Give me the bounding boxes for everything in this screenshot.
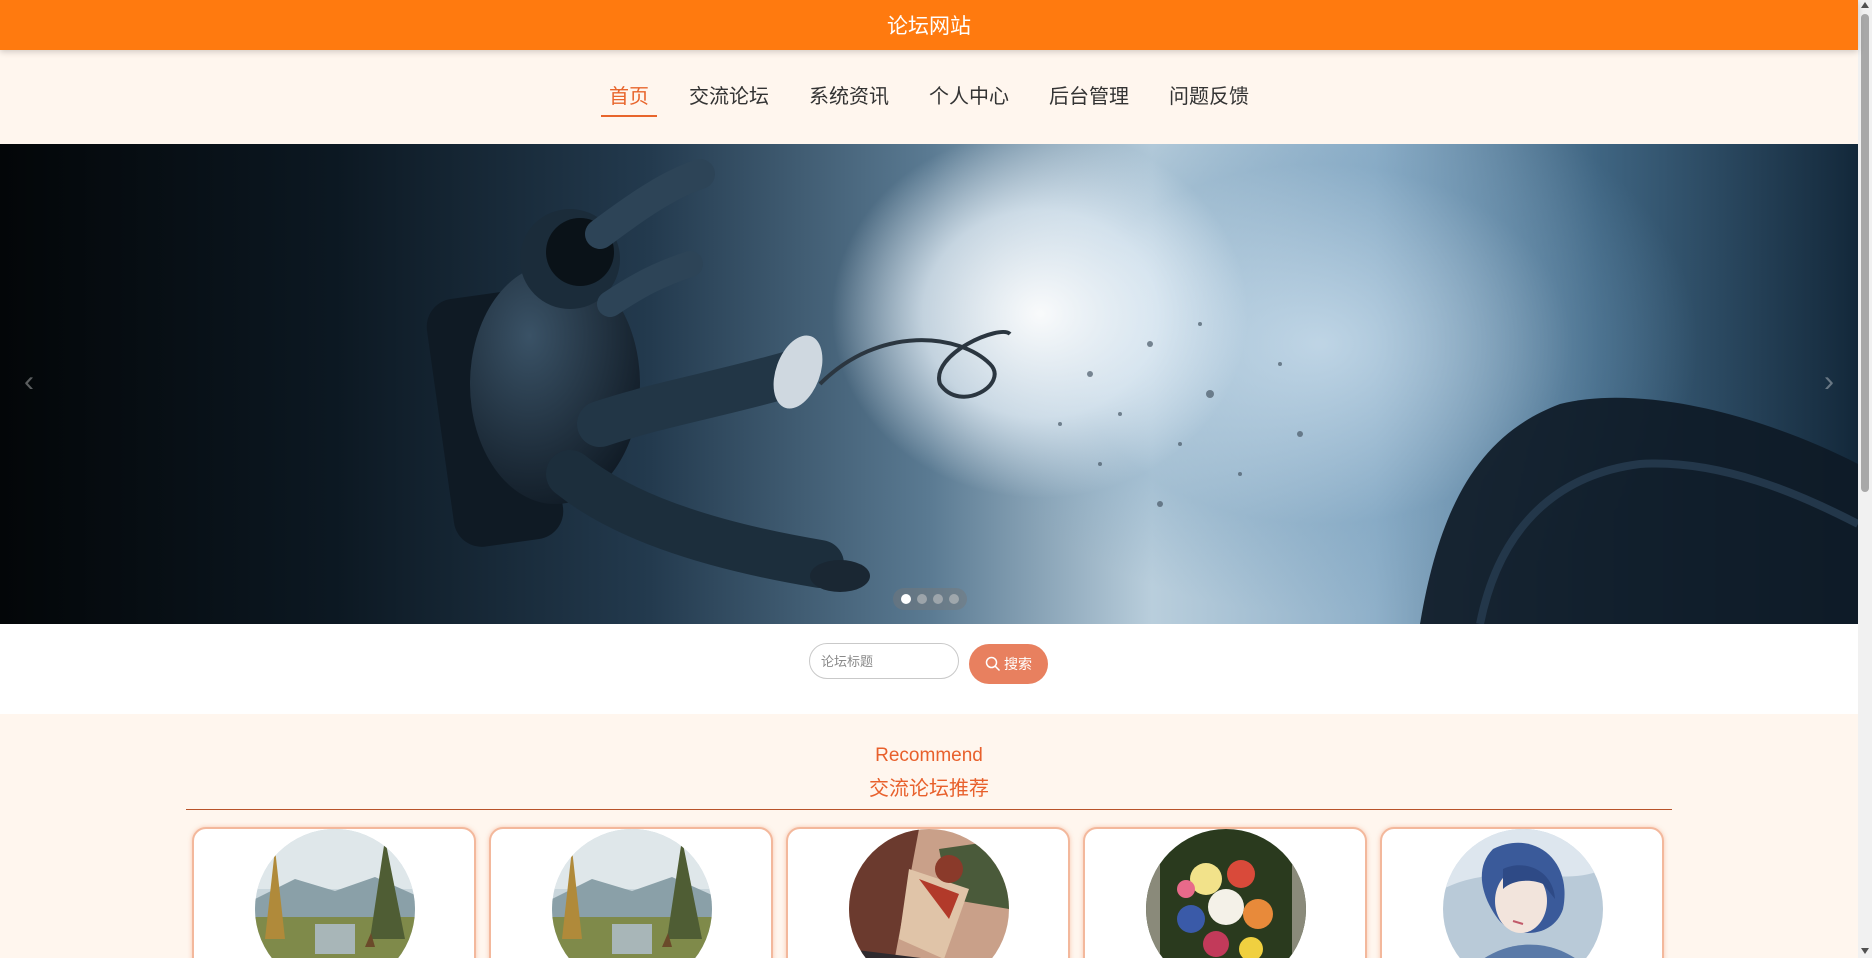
- carousel-dot-3[interactable]: [933, 594, 943, 604]
- card-image-anime-portrait[interactable]: [1443, 829, 1603, 958]
- carousel-dot-4[interactable]: [949, 594, 959, 604]
- forum-title-search-input[interactable]: [809, 643, 959, 679]
- scroll-down-arrow-icon[interactable]: [1861, 948, 1869, 954]
- nav-item-feedback[interactable]: 问题反馈: [1159, 80, 1259, 116]
- recommend-card[interactable]: [786, 827, 1070, 958]
- carousel-dot-2[interactable]: [917, 594, 927, 604]
- search-section: 搜索: [0, 624, 1858, 714]
- recommend-title-en: Recommend: [875, 745, 983, 766]
- scrollbar-thumb[interactable]: [1861, 14, 1869, 492]
- recommend-card[interactable]: [192, 827, 476, 958]
- nav-menu: 首页 交流论坛 系统资讯 个人中心 后台管理 问题反馈: [0, 80, 1858, 117]
- carousel-dot-1[interactable]: [901, 594, 911, 604]
- recommend-card[interactable]: [1380, 827, 1664, 958]
- recommend-card-list: [192, 827, 1664, 958]
- site-title: 论坛网站: [887, 15, 971, 38]
- card-image-flower-bouquet[interactable]: [1146, 829, 1306, 958]
- carousel-prev-icon[interactable]: ‹: [14, 362, 44, 402]
- recommend-card[interactable]: [489, 827, 773, 958]
- nav-item-forum[interactable]: 交流论坛: [679, 80, 779, 116]
- recommend-card[interactable]: [1083, 827, 1367, 958]
- section-divider: [186, 809, 1672, 810]
- card-image-landscape-deer[interactable]: [255, 829, 415, 958]
- main-navigation: 首页 交流论坛 系统资讯 个人中心 后台管理 问题反馈: [0, 50, 1858, 144]
- search-button-label: 搜索: [1004, 656, 1032, 672]
- page-scrollbar[interactable]: [1858, 0, 1872, 958]
- scroll-up-arrow-icon[interactable]: [1861, 2, 1869, 8]
- card-image-landscape-deer[interactable]: [552, 829, 712, 958]
- carousel-indicators: [893, 588, 967, 610]
- search-button[interactable]: 搜索: [969, 644, 1048, 684]
- card-image-anime-action[interactable]: [849, 829, 1009, 958]
- recommend-title-zh: 交流论坛推荐: [869, 778, 989, 800]
- search-icon: [985, 656, 1001, 672]
- nav-item-admin[interactable]: 后台管理: [1039, 80, 1139, 116]
- nav-item-news[interactable]: 系统资讯: [799, 80, 899, 116]
- banner-carousel[interactable]: ‹ ›: [0, 144, 1858, 624]
- nav-item-home[interactable]: 首页: [599, 80, 659, 117]
- top-header-bar: 论坛网站: [0, 0, 1858, 50]
- nav-item-profile[interactable]: 个人中心: [919, 80, 1019, 116]
- recommend-section: Recommend 交流论坛推荐: [0, 714, 1858, 958]
- banner-image-astronaut: [426, 159, 1858, 624]
- carousel-next-icon[interactable]: ›: [1814, 362, 1844, 402]
